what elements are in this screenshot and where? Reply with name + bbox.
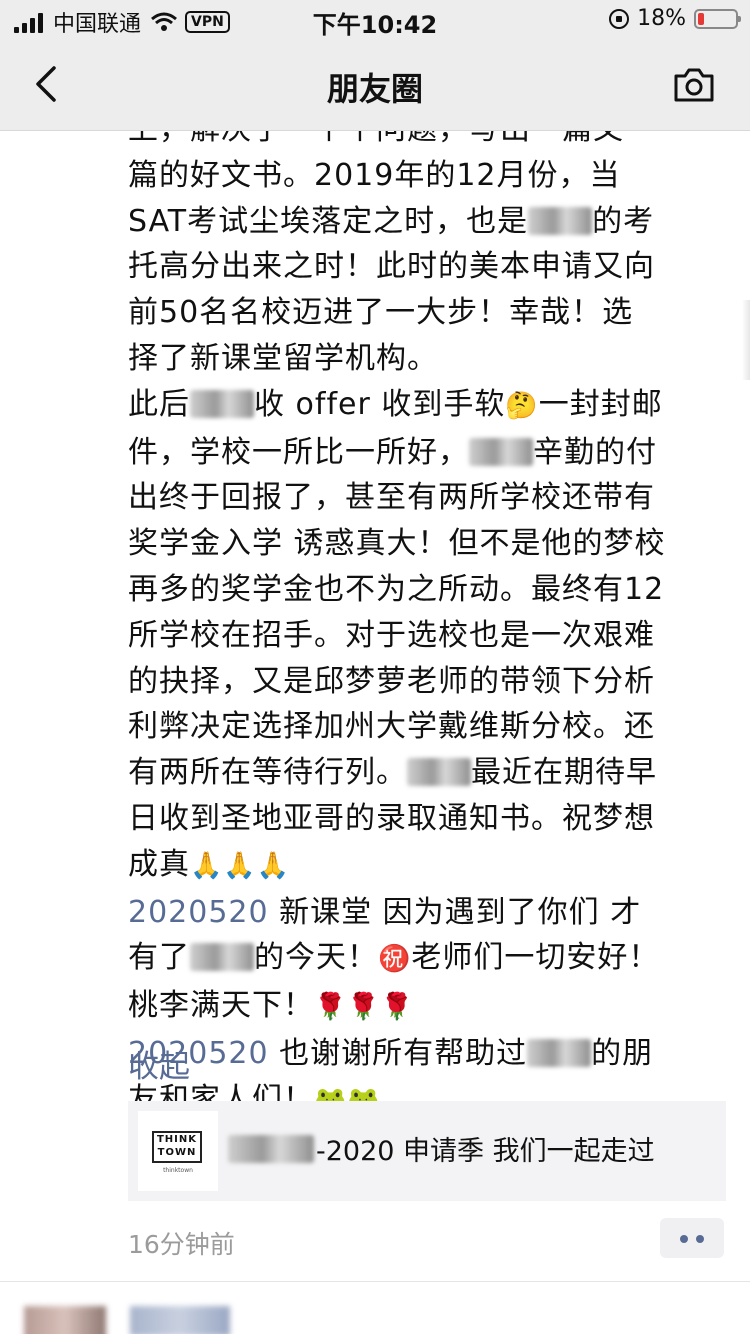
pray-emoji-icon: 🙏🙏🙏 — [190, 850, 291, 881]
share-thumbnail: THINK TOWN thinktown — [138, 1111, 218, 1191]
post-line: 利弊决定选择加州大学戴维斯分校。还 — [128, 709, 655, 745]
thinking-emoji-icon: 🤔 — [505, 390, 539, 421]
post-divider — [0, 1281, 750, 1282]
post-line: 再多的奖学金也不为之所动。最终有12 — [128, 571, 665, 607]
post-line: 的抉择，又是邱梦萝老师的带领下分析 — [128, 663, 655, 699]
rose-emoji-icon: 🌹🌹🌹 — [314, 992, 415, 1023]
rotation-lock-icon — [609, 8, 630, 29]
blurred-name — [528, 206, 593, 235]
post-line: 出终于回报了，甚至有两所学校还带有 — [128, 480, 655, 516]
scroll-edge — [742, 300, 750, 380]
post-line: 篇的好文书。2019年的12月份，当 — [128, 157, 621, 193]
post-line: 上，解决了一个个问题，写出一篇又一 — [128, 131, 728, 153]
post-line: 有了 的今天！㊗️老师们一切安好！ — [128, 935, 728, 983]
blurred-name — [407, 758, 471, 787]
post-line: 此后收 offer 收到手软🤔一封封邮 — [128, 382, 728, 430]
battery-percent: 18% — [637, 6, 686, 31]
thinktown-logo: THINK TOWN — [152, 1131, 202, 1163]
avatar[interactable] — [24, 1306, 106, 1334]
post-line: 件，学校一所比一所好， 辛勤的付 — [128, 434, 657, 470]
post-line: 前50名名校迈进了一大步！幸哉！选 — [128, 295, 634, 331]
post-line: SAT考试尘埃落定之时，也是 的考 — [128, 203, 655, 239]
status-bar: 中国联通 VPN 下午10:42 18% — [0, 0, 750, 40]
moments-feed: 上，解决了一个个问题，写出一篇又一 篇的好文书。2019年的12月份，当 SAT… — [0, 131, 750, 1334]
post-line: 择了新课堂留学机构。 — [128, 340, 438, 376]
status-right: 18% — [609, 6, 741, 31]
blurred-name — [228, 1134, 314, 1163]
shared-link-card[interactable]: THINK TOWN thinktown -2020 申请季 我们一起走过 — [128, 1101, 726, 1201]
post-line: 日收到圣地亚哥的录取通知书。祝梦想 — [128, 800, 655, 836]
post-line: 托高分出来之时！此时的美本申请又向 — [128, 249, 655, 285]
camera-icon[interactable] — [672, 66, 716, 104]
logo-subtitle: thinktown — [163, 1167, 193, 1174]
blurred-name — [190, 389, 254, 418]
date-link[interactable]: 2020520 — [128, 895, 269, 930]
post-timestamp: 16分钟前 — [128, 1230, 235, 1259]
battery-icon — [694, 8, 741, 29]
collapse-button[interactable]: 收起 — [128, 1041, 190, 1086]
post-line: 有两所在等待行列。 最近在期待早 — [128, 755, 657, 791]
next-post-author[interactable] — [130, 1306, 230, 1334]
more-actions-button[interactable] — [660, 1218, 724, 1258]
post-line: 2020520 新课堂 因为遇到了你们 才 — [128, 894, 642, 930]
post-line: 2020520 也谢谢所有帮助过 的朋 — [128, 1035, 654, 1071]
blessing-emoji-icon: ㊗️ — [378, 944, 412, 975]
post-line: 成真🙏🙏🙏 — [128, 842, 728, 890]
post-text: 上，解决了一个个问题，写出一篇又一 篇的好文书。2019年的12月份，当 SAT… — [128, 131, 728, 1125]
blurred-name — [190, 943, 254, 972]
blurred-name — [469, 437, 533, 466]
share-title: -2020 申请季 我们一起走过 — [228, 1129, 655, 1168]
nav-bar: 朋友圈 — [0, 40, 750, 131]
page-title: 朋友圈 — [326, 70, 423, 108]
blurred-name — [527, 1038, 592, 1067]
post-line: 桃李满天下！🌹🌹🌹 — [128, 983, 728, 1031]
post-line: 奖学金入学 诱惑真大！但不是他的梦校 — [128, 526, 666, 562]
post-line: 所学校在招手。对于选校也是一次艰难 — [128, 617, 655, 653]
